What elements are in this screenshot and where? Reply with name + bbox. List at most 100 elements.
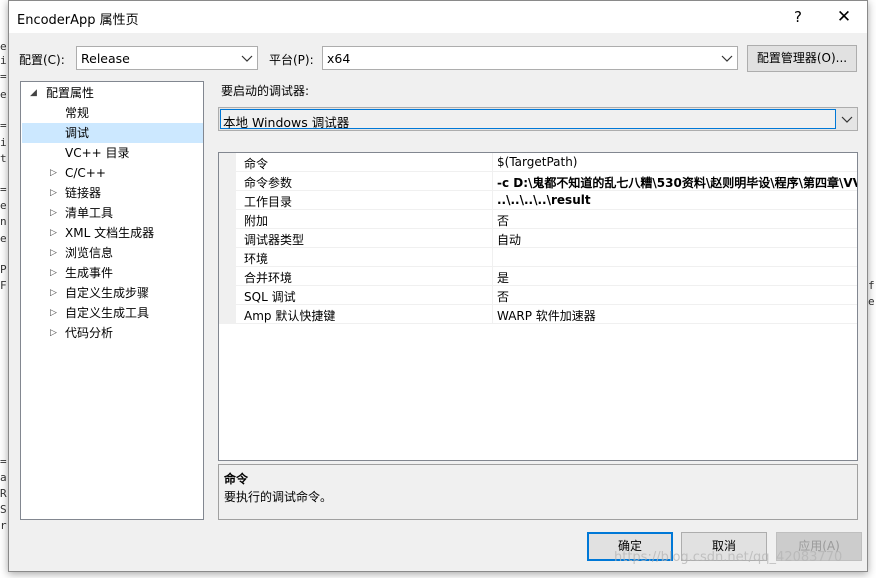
tree-item-browse-info[interactable]: ▷ 浏览信息 [22, 243, 202, 263]
row-gutter [219, 153, 236, 171]
property-row-working-directory[interactable]: 工作目录 ..\..\..\..\result [219, 191, 857, 210]
property-name: 调试器类型 [244, 233, 305, 247]
collapsed-arrow-icon[interactable]: ▷ [50, 283, 57, 303]
description-title: 命令 [224, 472, 249, 486]
bg-char: a [0, 471, 7, 484]
property-value[interactable]: 自动 [497, 231, 521, 248]
tree-item-c-cpp[interactable]: ▷ C/C++ [22, 163, 202, 183]
config-manager-button[interactable]: 配置管理器(O)... [747, 45, 857, 72]
property-row-command-arguments[interactable]: 命令参数 -c D:\鬼都不知道的乱七八糟\530资料\赵则明毕设\程序\第四章… [219, 172, 857, 191]
debugger-combo-selection: 本地 Windows 调试器 [220, 109, 836, 130]
row-gutter [219, 248, 236, 266]
property-name: SQL 调试 [244, 290, 296, 304]
row-gutter [219, 305, 236, 323]
bg-char: f [868, 279, 875, 292]
property-row-amp-default-accelerator[interactable]: Amp 默认快捷键 WARP 软件加速器 [219, 305, 857, 324]
property-value[interactable]: -c D:\鬼都不知道的乱七八糟\530资料\赵则明毕设\程序\第四章\VV [497, 174, 857, 191]
bg-char: = [0, 70, 7, 83]
row-gutter [219, 267, 236, 285]
platform-label: 平台(P): [269, 53, 314, 67]
bg-char: e [0, 199, 7, 212]
config-value: Release [81, 51, 130, 66]
bg-char: = [0, 119, 7, 132]
watermark: https://blog.csdn.net/qq_42083770 [614, 550, 843, 565]
description-panel: 命令 要执行的调试命令。 [218, 464, 858, 520]
property-row-debugger-type[interactable]: 调试器类型 自动 [219, 229, 857, 248]
bg-char: t [0, 152, 7, 165]
property-grid[interactable]: 命令 $(TargetPath) 命令参数 -c D:\鬼都不知道的乱七八糟\5… [218, 152, 858, 461]
property-name: 命令 [244, 157, 269, 171]
config-combo[interactable]: Release [76, 46, 258, 70]
tree-item-xml-doc-generator[interactable]: ▷ XML 文档生成器 [22, 223, 202, 243]
bg-char: i [0, 136, 7, 149]
tree-item-label: 清单工具 [65, 206, 114, 220]
tree-item-label: 自定义生成工具 [65, 306, 150, 320]
tree-item-linker[interactable]: ▷ 链接器 [22, 183, 202, 203]
debugger-combo[interactable]: 本地 Windows 调试器 [218, 107, 858, 131]
tree-item-custom-build-step[interactable]: ▷ 自定义生成步骤 [22, 283, 202, 303]
collapsed-arrow-icon[interactable]: ▷ [50, 203, 57, 223]
bg-char: e [0, 232, 7, 245]
tree-item-label: 常规 [65, 106, 90, 120]
property-value[interactable]: 是 [497, 269, 509, 286]
tree-item-config-properties[interactable]: ◢ 配置属性 [22, 83, 202, 103]
column-divider [492, 286, 493, 304]
collapsed-arrow-icon[interactable]: ▷ [50, 263, 57, 283]
help-button[interactable]: ? [775, 1, 821, 33]
tree-item-custom-build-tool[interactable]: ▷ 自定义生成工具 [22, 303, 202, 323]
bg-char: P [0, 263, 7, 276]
tree-item-build-events[interactable]: ▷ 生成事件 [22, 263, 202, 283]
bg-char: e [0, 40, 7, 53]
expanded-arrow-icon[interactable]: ◢ [30, 83, 37, 103]
property-row-sql-debugging[interactable]: SQL 调试 否 [219, 286, 857, 305]
property-tree[interactable]: ◢ 配置属性 常规 调试 VC++ 目录 ▷ C/C++ ▷ 链接器 ▷ 清单工… [20, 81, 204, 520]
property-value[interactable]: 否 [497, 288, 509, 305]
bg-char: R [0, 487, 7, 500]
collapsed-arrow-icon[interactable]: ▷ [50, 223, 57, 243]
property-row-environment[interactable]: 环境 [219, 248, 857, 267]
property-value[interactable]: WARP 软件加速器 [497, 307, 596, 324]
chevron-down-icon [841, 110, 853, 131]
bg-char: F [0, 279, 7, 292]
column-divider [492, 305, 493, 323]
property-row-command[interactable]: 命令 $(TargetPath) [219, 153, 857, 172]
row-gutter [219, 191, 236, 209]
tree-item-manifest-tool[interactable]: ▷ 清单工具 [22, 203, 202, 223]
row-gutter [219, 229, 236, 247]
property-name: 工作目录 [244, 195, 293, 209]
property-value[interactable]: $(TargetPath) [497, 155, 577, 169]
tree-item-debugging[interactable]: 调试 [22, 123, 203, 143]
column-divider [492, 191, 493, 209]
tree-item-label: 自定义生成步骤 [65, 286, 150, 300]
tree-item-code-analysis[interactable]: ▷ 代码分析 [22, 323, 202, 343]
bg-char: r [0, 519, 7, 532]
window-title: EncoderApp 属性页 [17, 13, 139, 28]
column-divider [492, 153, 493, 171]
property-row-attach[interactable]: 附加 否 [219, 210, 857, 229]
bg-char: = [0, 455, 7, 468]
close-button[interactable]: ✕ [821, 1, 867, 33]
property-name: 环境 [244, 252, 269, 266]
tree-item-label: C/C++ [65, 166, 106, 180]
bg-char: = [0, 183, 7, 196]
collapsed-arrow-icon[interactable]: ▷ [50, 163, 57, 183]
title-bar[interactable]: EncoderApp 属性页 ? ✕ [9, 1, 867, 33]
bg-char: i [0, 54, 7, 67]
property-name: 命令参数 [244, 176, 293, 190]
collapsed-arrow-icon[interactable]: ▷ [50, 323, 57, 343]
collapsed-arrow-icon[interactable]: ▷ [50, 303, 57, 323]
column-divider [492, 172, 493, 190]
platform-combo[interactable]: x64 [322, 46, 738, 70]
debugger-value: 本地 Windows 调试器 [223, 115, 350, 130]
property-row-merge-environment[interactable]: 合并环境 是 [219, 267, 857, 286]
tree-item-label: XML 文档生成器 [65, 226, 155, 240]
column-divider [492, 229, 493, 247]
column-divider [492, 210, 493, 228]
tree-item-vc-directories[interactable]: VC++ 目录 [22, 143, 202, 163]
collapsed-arrow-icon[interactable]: ▷ [50, 183, 57, 203]
row-gutter [219, 172, 236, 190]
property-value[interactable]: ..\..\..\..\result [497, 193, 591, 207]
collapsed-arrow-icon[interactable]: ▷ [50, 243, 57, 263]
property-value[interactable]: 否 [497, 212, 509, 229]
tree-item-general[interactable]: 常规 [22, 103, 202, 123]
